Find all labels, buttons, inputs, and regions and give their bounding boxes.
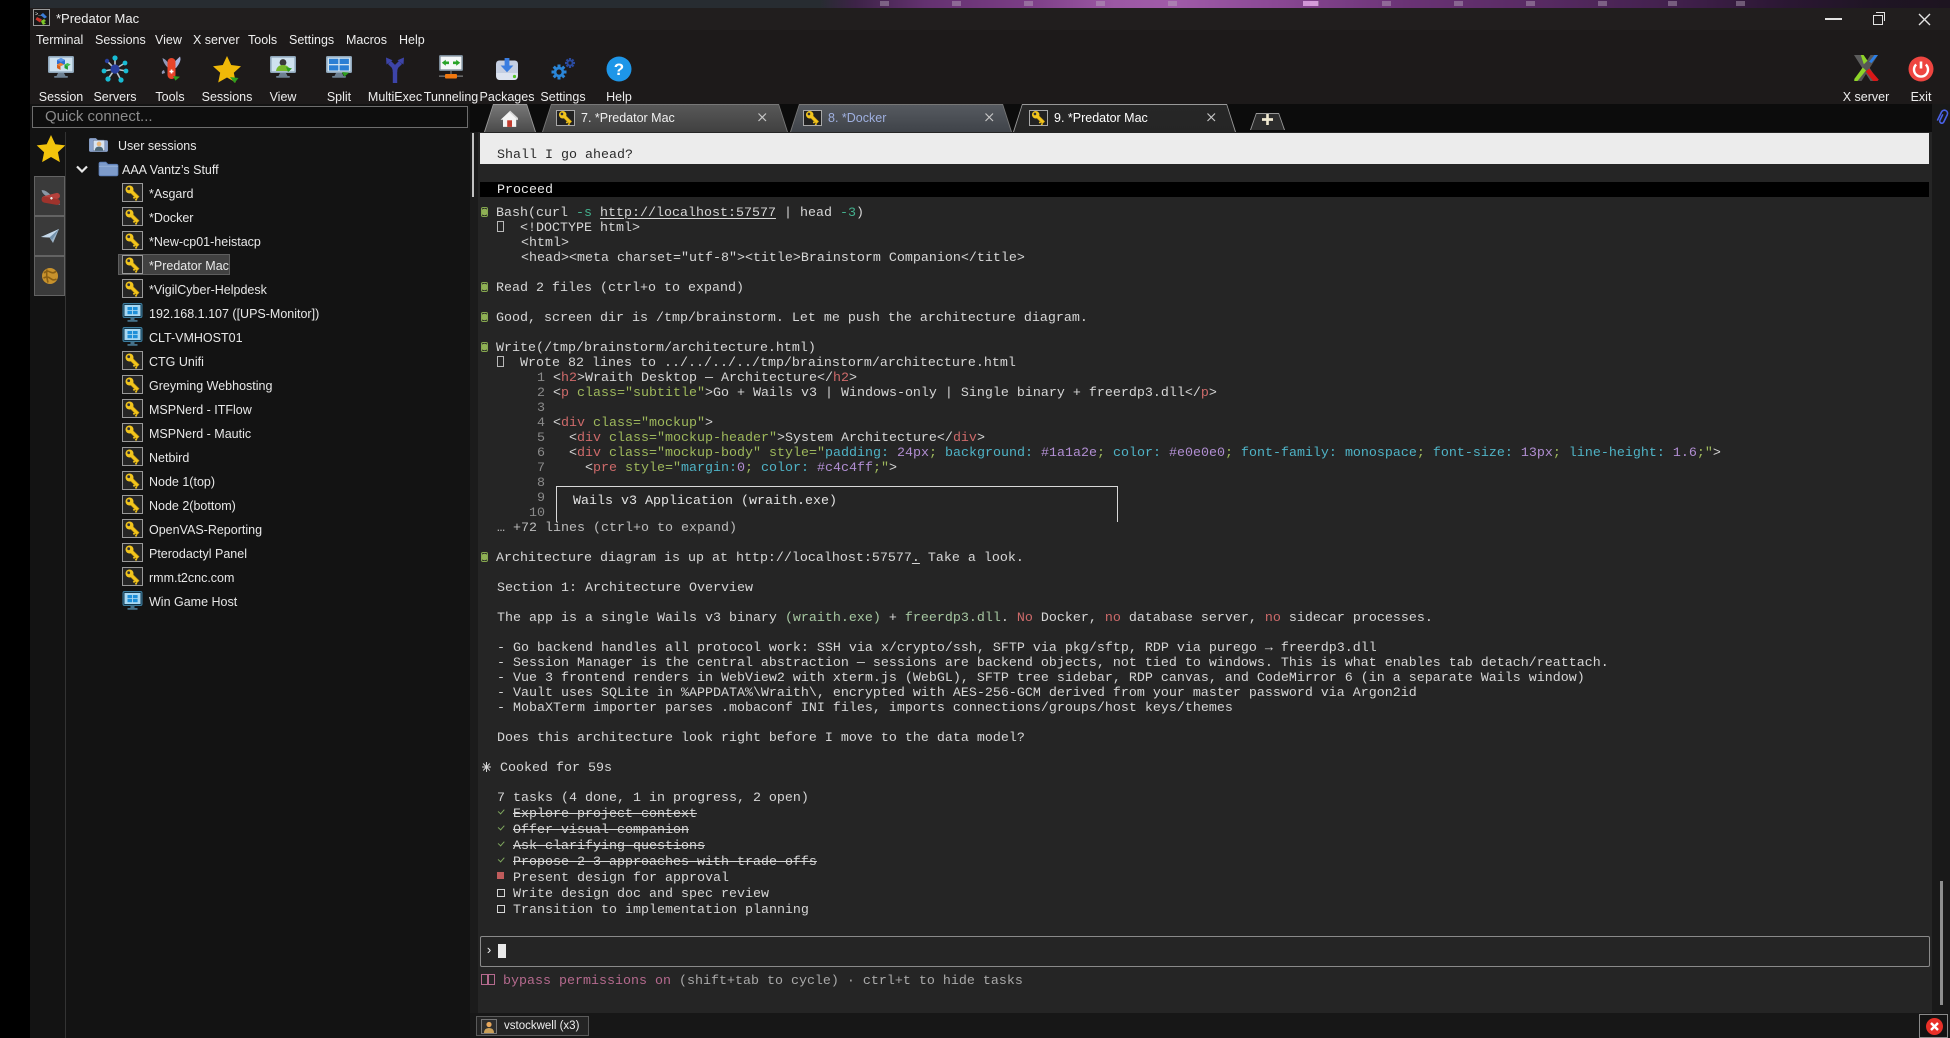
svg-text:>_: >_	[35, 11, 42, 18]
svg-text:?: ?	[614, 60, 624, 79]
